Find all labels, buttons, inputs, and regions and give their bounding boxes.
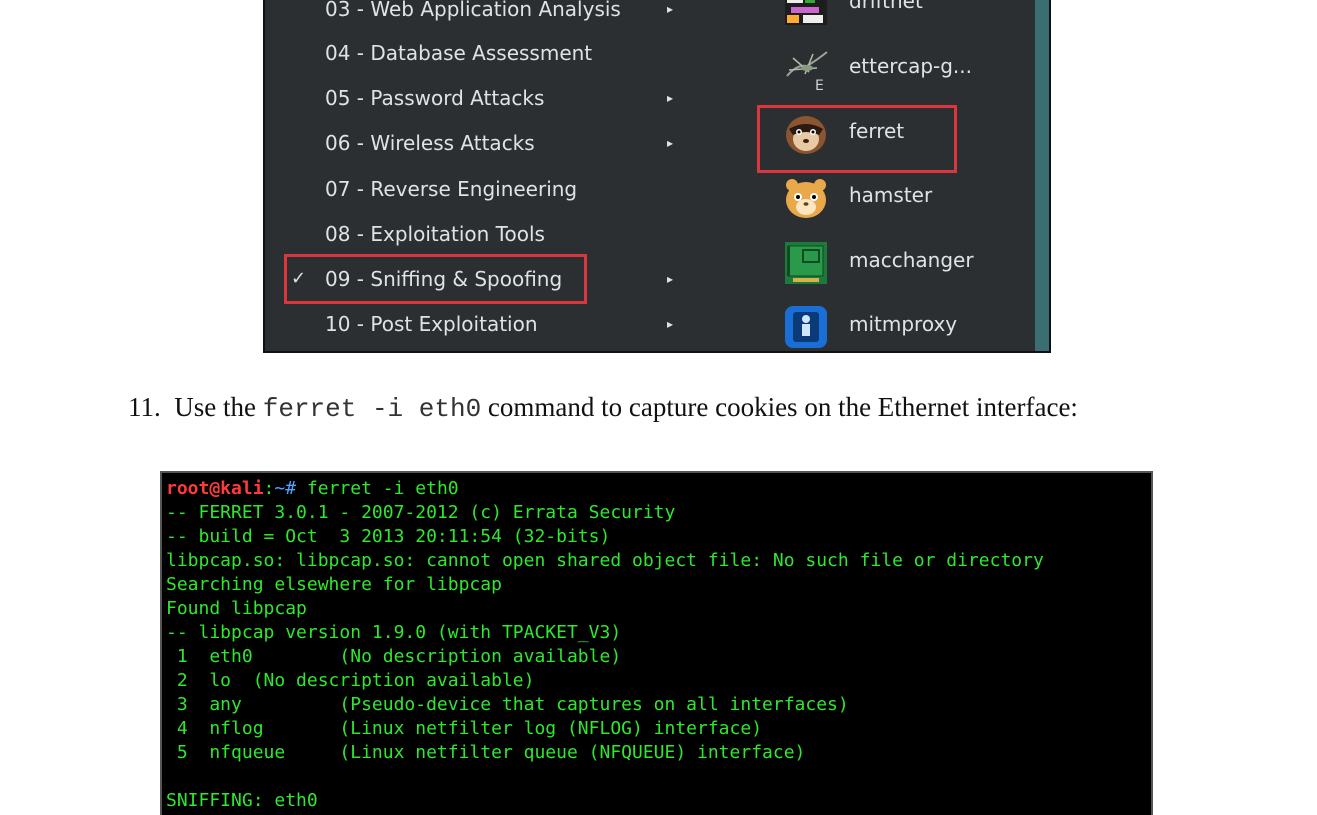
menu-category-password[interactable]: 05 - Password Attacks ▸ [265,78,705,118]
category-list: 03 - Web Application Analysis ▸ 04 - Dat… [265,0,765,351]
menu-category-wireless[interactable]: 06 - Wireless Attacks ▸ [265,123,705,163]
menu-category-database[interactable]: 04 - Database Assessment [265,33,705,73]
terminal-output-line: 1 eth0 (No description available) [166,646,622,667]
ferret-highlight-box [757,105,957,173]
menu-category-label: 04 - Database Assessment [325,41,593,65]
terminal-output-line: SNIFFING: eth0 [166,790,318,811]
sniffing-highlight-box [284,254,587,304]
hamster-icon [786,179,826,218]
terminal-output-line: -- build = Oct 3 2013 20:11:54 (32-bits) [166,526,611,547]
app-macchanger[interactable]: macchanger [783,236,1033,290]
submenu-arrow-icon: ▸ [667,317,674,331]
app-hamster[interactable]: hamster [783,171,1033,225]
terminal-output-line: -- libpcap version 1.9.0 (with TPACKET_V… [166,622,622,643]
svg-text:E: E [815,78,824,92]
step-text-before: Use the [174,392,263,422]
terminal-output-line: 4 nflog (Linux netfilter log (NFLOG) int… [166,718,763,739]
terminal-output-line: 5 nfqueue (Linux netfilter queue (NFQUEU… [166,742,806,763]
terminal-output-line: -- FERRET 3.0.1 - 2007-2012 (c) Errata S… [166,502,676,523]
menu-category-label: 03 - Web Application Analysis [325,0,621,21]
menu-category-label: 07 - Reverse Engineering [325,177,578,201]
app-driftnet[interactable]: driftnet [783,0,1033,31]
menu-category-web-app[interactable]: 03 - Web Application Analysis ▸ [265,0,705,29]
ettercap-icon: E [786,51,828,92]
menu-category-label: 10 - Post Exploitation [325,312,538,336]
menu-category-label: 06 - Wireless Attacks [325,131,535,155]
prompt-separator: : [263,478,275,499]
app-name: macchanger [849,248,974,272]
app-list: driftnet E ettercap-g... ferret hamster … [757,0,1043,351]
step-number: 11. [128,392,161,422]
prompt-user: root@kali [166,478,264,499]
macchanger-icon [785,242,827,284]
menu-category-label: 05 - Password Attacks [325,86,545,110]
submenu-arrow-icon: ▸ [667,2,674,16]
step-text-after: command to capture cookies on the Ethern… [481,392,1078,422]
app-ettercap[interactable]: E ettercap-g... [783,42,1033,96]
mitmproxy-icon [785,306,827,348]
app-name: mitmproxy [849,312,958,336]
submenu-arrow-icon: ▸ [667,272,674,286]
driftnet-icon [785,0,827,25]
submenu-arrow-icon: ▸ [667,136,674,150]
app-name: ettercap-g... [849,54,973,78]
terminal-window: root@kali:~# ferret -i eth0 -- FERRET 3.… [160,471,1153,815]
kali-menu-screenshot: 03 - Web Application Analysis ▸ 04 - Dat… [263,0,1051,353]
menu-category-label: 08 - Exploitation Tools [325,222,545,246]
terminal-output-line: Found libpcap [166,598,307,619]
menu-category-reverse[interactable]: 07 - Reverse Engineering [265,169,705,209]
prompt-path: ~# [274,478,297,499]
app-name: hamster [849,183,933,207]
menu-category-exploitation[interactable]: 08 - Exploitation Tools [265,214,705,254]
step-instruction: 11. Use the ferret -i eth0 command to ca… [128,392,1078,424]
submenu-arrow-icon: ▸ [667,91,674,105]
terminal-command: ferret -i eth0 [296,478,459,499]
inline-command: ferret -i eth0 [262,394,482,424]
terminal-prompt-line: root@kali:~# ferret -i eth0 [166,477,459,501]
menu-category-post-exploitation[interactable]: 10 - Post Exploitation ▸ [265,304,705,344]
app-mitmproxy[interactable]: mitmproxy [783,300,1033,351]
terminal-output-line: libpcap.so: libpcap.so: cannot open shar… [166,550,1044,571]
terminal-output-line: 3 any (Pseudo-device that captures on al… [166,694,849,715]
terminal-output-line: 2 lo (No description available) [166,670,535,691]
terminal-output-line: Searching elsewhere for libpcap [166,574,502,595]
app-name: driftnet [849,0,923,13]
